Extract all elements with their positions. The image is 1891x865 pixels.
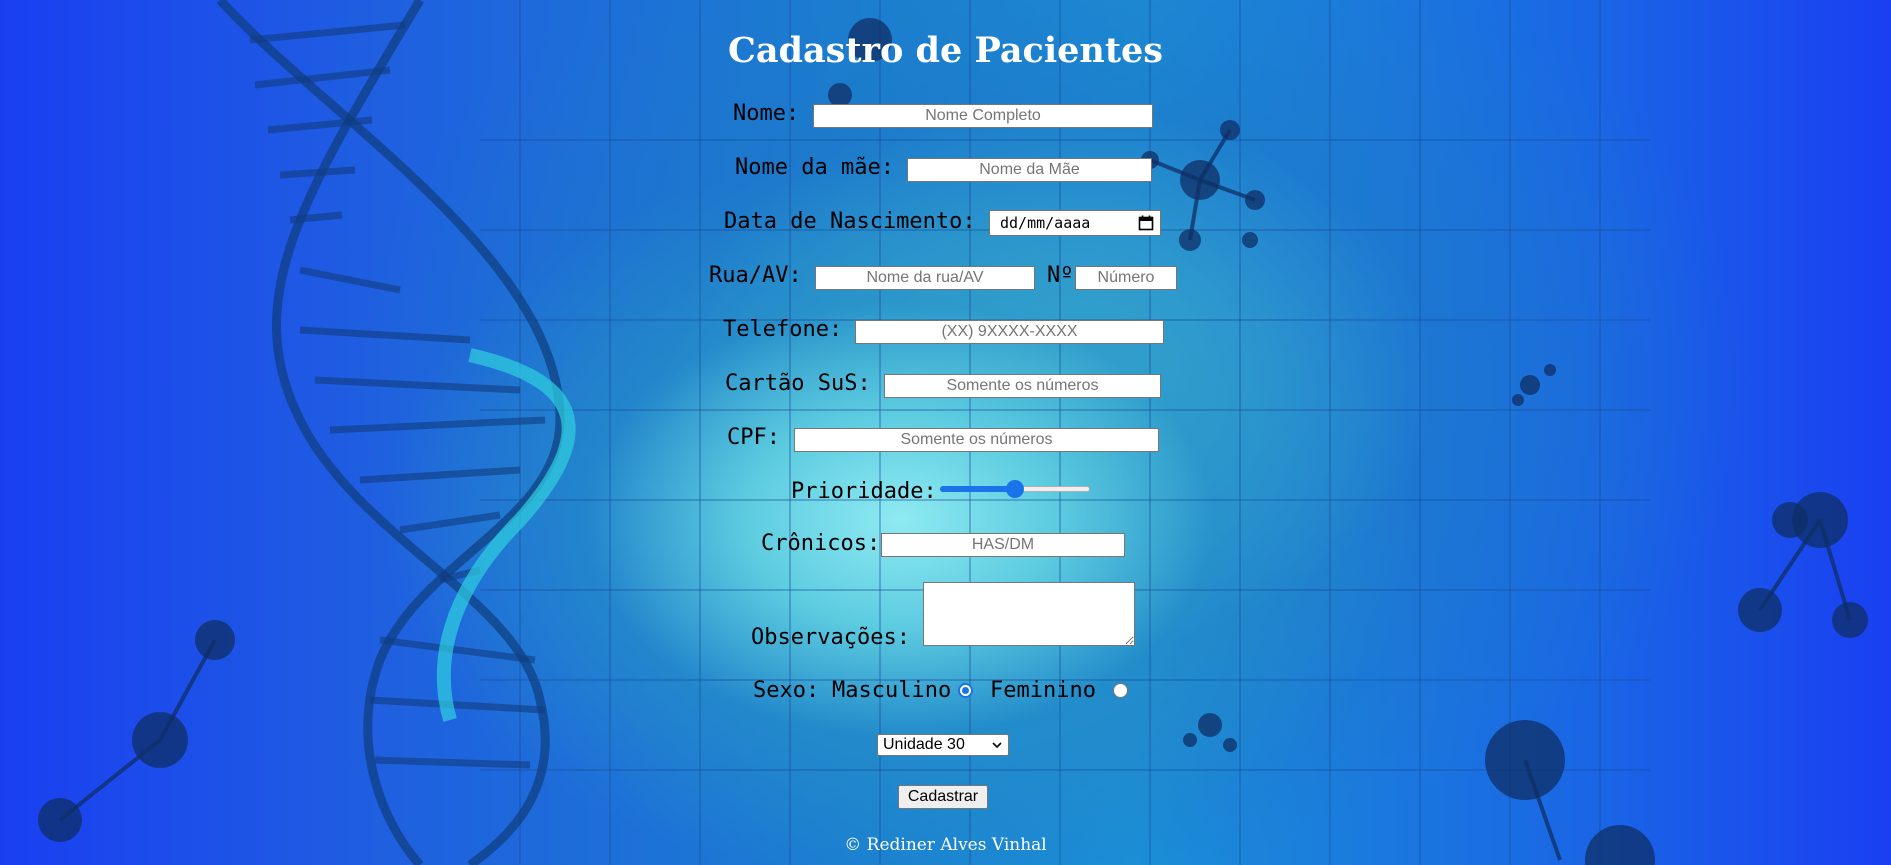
numero-label: Nº: [1047, 263, 1074, 288]
masculino-radio[interactable]: [958, 683, 973, 698]
telefone-label: Telefone:: [723, 317, 843, 342]
cpf-input[interactable]: [794, 428, 1159, 452]
calendar-icon[interactable]: [1138, 215, 1154, 231]
slider-thumb[interactable]: [1006, 480, 1024, 498]
slider-fill: [940, 486, 1015, 492]
masculino-label: Masculino: [832, 678, 952, 703]
telefone-input[interactable]: [855, 320, 1164, 344]
sexo-label: Sexo:: [753, 678, 820, 703]
footer-copyright: © Rediner Alves Vinhal: [844, 835, 1047, 855]
feminino-label: Feminino: [990, 678, 1096, 703]
cronicos-input[interactable]: [881, 533, 1125, 557]
page-title: Cadastro de Pacientes: [728, 30, 1163, 71]
unidade-select[interactable]: Unidade 30: [877, 734, 1009, 756]
nascimento-date-input[interactable]: dd/mm/aaaa: [989, 210, 1161, 236]
feminino-radio[interactable]: [1113, 683, 1128, 698]
patient-registration-page: Cadastro de Pacientes Nome: Nome da mãe:…: [0, 0, 1891, 865]
cartao-sus-input[interactable]: [884, 374, 1161, 398]
cpf-label: CPF:: [727, 425, 780, 450]
observacoes-label: Observações:: [751, 625, 910, 650]
nome-mae-input[interactable]: [907, 158, 1152, 182]
rua-input[interactable]: [815, 266, 1035, 290]
observacoes-textarea[interactable]: [923, 582, 1135, 646]
cronicos-label: Crônicos:: [761, 531, 881, 556]
chevron-down-icon: [992, 742, 1002, 749]
nascimento-label: Data de Nascimento:: [724, 209, 976, 234]
prioridade-label: Prioridade:: [791, 479, 937, 504]
nome-mae-label: Nome da mãe:: [735, 155, 894, 180]
unidade-selected-value: Unidade 30: [883, 736, 965, 753]
cartao-sus-label: Cartão SuS:: [725, 371, 871, 396]
nome-label: Nome:: [733, 101, 800, 126]
cadastrar-button[interactable]: Cadastrar: [898, 785, 988, 809]
nome-input[interactable]: [813, 104, 1153, 128]
prioridade-slider[interactable]: [940, 478, 1090, 500]
nascimento-value: dd/mm/aaaa: [1000, 214, 1091, 232]
rua-label: Rua/AV:: [709, 263, 802, 288]
numero-input[interactable]: [1075, 266, 1177, 290]
